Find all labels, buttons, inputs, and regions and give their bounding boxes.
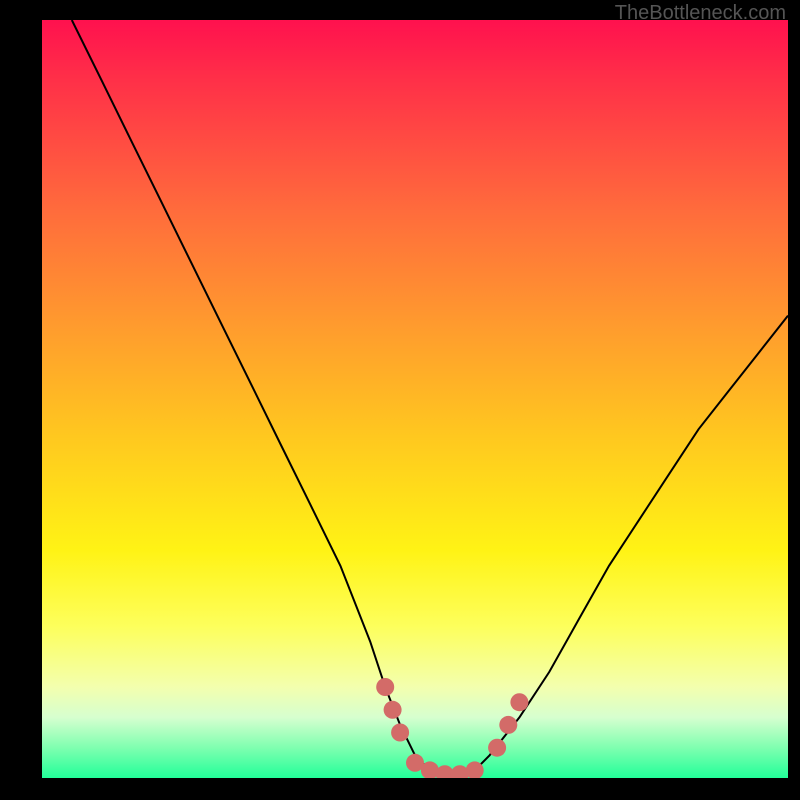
marker-dot	[510, 693, 528, 711]
marker-dot	[499, 716, 517, 734]
curve-path	[72, 20, 788, 774]
chart-frame: TheBottleneck.com	[0, 0, 800, 800]
marker-dot	[376, 678, 394, 696]
curve-markers	[376, 678, 528, 778]
marker-dot	[391, 724, 409, 742]
plot-area	[42, 20, 788, 778]
marker-dot	[488, 739, 506, 757]
chart-svg	[42, 20, 788, 778]
watermark: TheBottleneck.com	[615, 2, 786, 25]
marker-dot	[384, 701, 402, 719]
curve-line	[72, 20, 788, 774]
